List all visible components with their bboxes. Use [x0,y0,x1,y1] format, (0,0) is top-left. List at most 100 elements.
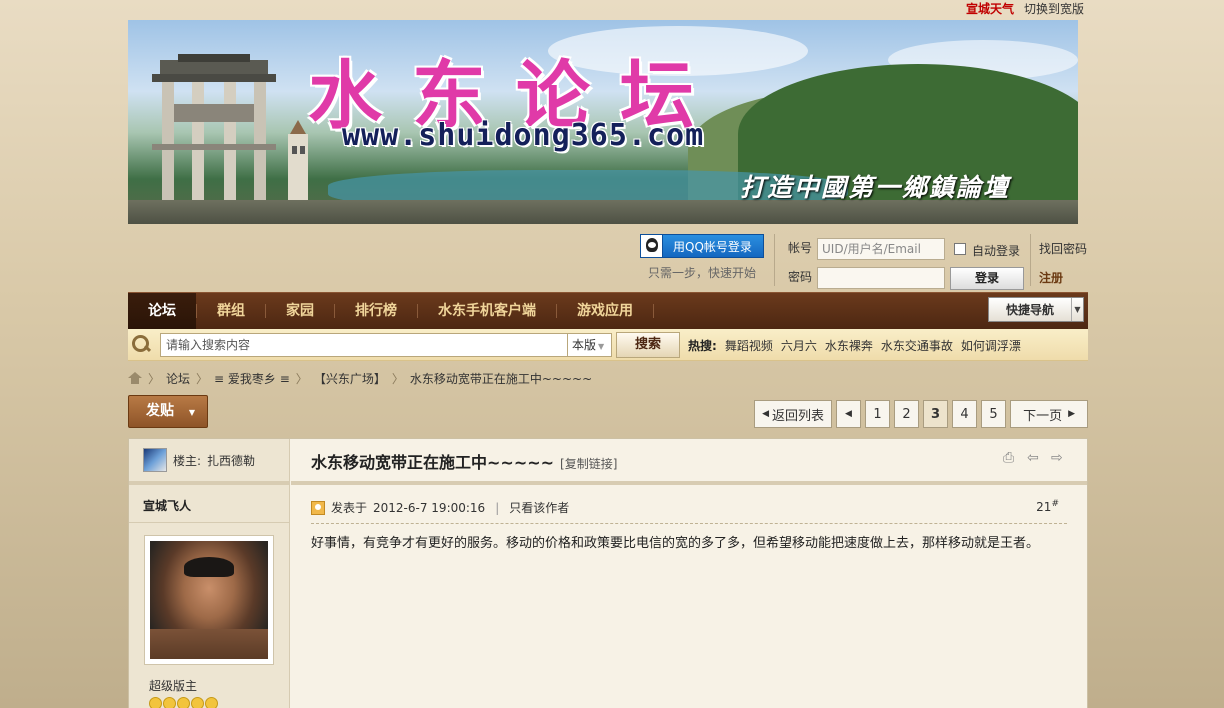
login-panel: 用QQ帐号登录 只需一步，快速开始 帐号 自动登录 密码 登录 找回密码 注册 [128,234,1088,290]
nav-item-groups[interactable]: 群组 [197,293,265,330]
chevron-left-icon: ◀ [845,409,852,419]
breadcrumb-separator: 〉 [148,371,161,386]
starter-label: 楼主: [173,453,202,468]
divider [1030,234,1031,286]
qq-login-hint: 只需一步，快速开始 [648,266,757,280]
print-icon[interactable]: ⎙ [1003,451,1017,465]
quick-nav-label: 快捷导航 [1005,303,1054,317]
nav-item-forum[interactable]: 论坛 [128,292,196,330]
banner-slogan: 打造中國第一鄉鎮論壇 [740,173,1011,202]
switch-wide-link[interactable]: 切换到宽版 [1024,0,1084,17]
hot-search-term[interactable]: 水东裸奔 [825,337,873,354]
post-content: 好事情，有竞争才有更好的服务。移动的价格和政策要比电信的宽的多了多，但希望移动能… [311,536,1040,551]
next-thread-icon[interactable]: ⇨ [1051,451,1065,465]
thread-container: 楼主: 扎西德勒 宣城飞人 超级版主 水东移动宽带正在施工中~~~~~ [复制链… [128,438,1088,708]
rank-sun-icon [163,697,176,708]
next-page-button[interactable]: 下一页 ▶ [1010,400,1088,428]
search-button[interactable]: 搜索 [616,332,680,358]
search-bar: 本版▼ 搜索 热搜: 舞蹈视频 六月六 水东裸奔 水东交通事故 如何调浮漂 [128,329,1088,361]
page-link[interactable]: 2 [894,400,920,428]
home-icon[interactable] [128,372,142,384]
auto-login-checkbox[interactable] [954,243,966,255]
hot-search-label: 热搜: [688,339,717,353]
divider [774,234,775,286]
forgot-password-link[interactable]: 找回密码 [1039,240,1087,257]
thread-tools: ⎙ ⇦ ⇨ [1003,451,1065,465]
back-to-list-label: 返回列表 [772,408,825,424]
site-banner[interactable]: 水东论坛 www.shuidong365.com 打造中國第一鄉鎮論壇 [128,20,1078,224]
starter-avatar[interactable] [143,448,167,472]
page-current: 3 [923,400,949,428]
hot-searches: 热搜: 舞蹈视频 六月六 水东裸奔 水东交通事故 如何调浮漂 [688,337,1021,354]
breadcrumb-board[interactable]: 【兴东广场】 [314,370,386,387]
search-scope-select[interactable]: 本版 ▼ [568,333,612,357]
chevron-right-icon: ▶ [1068,409,1075,419]
post-meta: 发表于 2012-6-7 19:00:16 | 只看该作者 [311,499,569,516]
breadcrumb-thread[interactable]: 水东移动宽带正在施工中~~~~~ [410,370,592,387]
hot-search-term[interactable]: 如何调浮漂 [961,337,1021,354]
auto-login-label: 自动登录 [972,244,1021,258]
account-input[interactable] [817,238,945,260]
breadcrumb-category[interactable]: ≡ 爱我枣乡 ≡ [214,370,290,387]
banner-archway-image [152,54,276,214]
thread-starter: 楼主: 扎西德勒 [129,439,289,485]
chevron-down-icon: ▼ [188,408,195,417]
post-column: 水东移动宽带正在施工中~~~~~ [复制链接] ⎙ ⇦ ⇨ 发表于 2012-6… [291,439,1087,708]
page-link[interactable]: 5 [981,400,1007,428]
password-label: 密码 [788,270,813,284]
back-to-list-button[interactable]: ◀ 返回列表 [754,400,833,428]
new-post-button[interactable]: 发贴 ▼ [128,395,208,428]
weather-link[interactable]: 宣城天气 [966,0,1014,17]
breadcrumb-separator: 〉 [295,371,308,386]
login-button[interactable]: 登录 [950,267,1024,290]
qq-login-label: 用QQ帐号登录 [673,239,752,254]
prev-thread-icon[interactable]: ⇦ [1027,451,1041,465]
only-author-link[interactable]: 只看该作者 [509,499,569,516]
nav-item-ranking[interactable]: 排行榜 [335,293,417,330]
meta-divider: | [495,500,500,515]
qq-login-button[interactable]: 用QQ帐号登录 [640,234,764,258]
page-link[interactable]: 4 [952,400,978,428]
rank-moon-icon [191,697,204,708]
author-column: 楼主: 扎西德勒 宣城飞人 超级版主 [129,439,290,708]
floor-number[interactable]: 21# [1036,499,1059,514]
copy-link[interactable]: [复制链接] [560,455,617,472]
search-input[interactable] [160,333,568,357]
rank-stars [149,697,218,708]
posted-time: 2012-6-7 19:00:16 [373,500,486,515]
hot-search-term[interactable]: 水东交通事故 [881,337,953,354]
nav-item-games[interactable]: 游戏应用 [557,293,653,330]
banner-url: www.shuidong365.com [342,118,705,153]
qq-penguin-icon [641,235,663,257]
breadcrumb-separator: 〉 [196,371,209,386]
starter-name[interactable]: 扎西德勒 [207,452,255,469]
post-divider [311,523,1067,524]
nav-item-home[interactable]: 家园 [266,293,334,330]
account-label: 帐号 [788,241,813,255]
thread-header: 水东移动宽带正在施工中~~~~~ [复制链接] ⎙ ⇦ ⇨ [291,439,1087,485]
thread-title: 水东移动宽带正在施工中~~~~~ [311,453,555,472]
prev-page-button[interactable]: ◀ [836,400,862,428]
hot-search-term[interactable]: 舞蹈视频 [725,337,773,354]
avatar-photo [150,541,268,659]
post-author-name[interactable]: 宣城飞人 [129,485,289,523]
quick-nav-dropdown[interactable]: 快捷导航 ▼ [988,297,1084,322]
password-input[interactable] [817,267,945,289]
author-avatar[interactable] [144,535,274,665]
chevron-down-icon: ▼ [598,342,605,351]
rank-sun-icon [149,697,162,708]
pagination: ◀ 返回列表 ◀ 1 2 3 4 5 下一页 ▶ [754,400,1088,428]
search-icon [132,335,150,353]
breadcrumb-forum[interactable]: 论坛 [166,370,190,387]
hot-search-term[interactable]: 六月六 [781,337,817,354]
rank-sun-icon [177,697,190,708]
register-link[interactable]: 注册 [1039,269,1063,286]
chevron-down-icon: ▼ [1071,298,1083,321]
nav-item-mobile-client[interactable]: 水东手机客户端 [418,293,556,330]
top-bar: 宣城天气 切换到宽版 [128,0,1088,18]
online-status-icon [311,500,325,515]
chevron-left-icon: ◀ [762,409,769,419]
posted-prefix: 发表于 [331,501,368,515]
page-link[interactable]: 1 [865,400,891,428]
rank-star-icon [205,697,218,708]
